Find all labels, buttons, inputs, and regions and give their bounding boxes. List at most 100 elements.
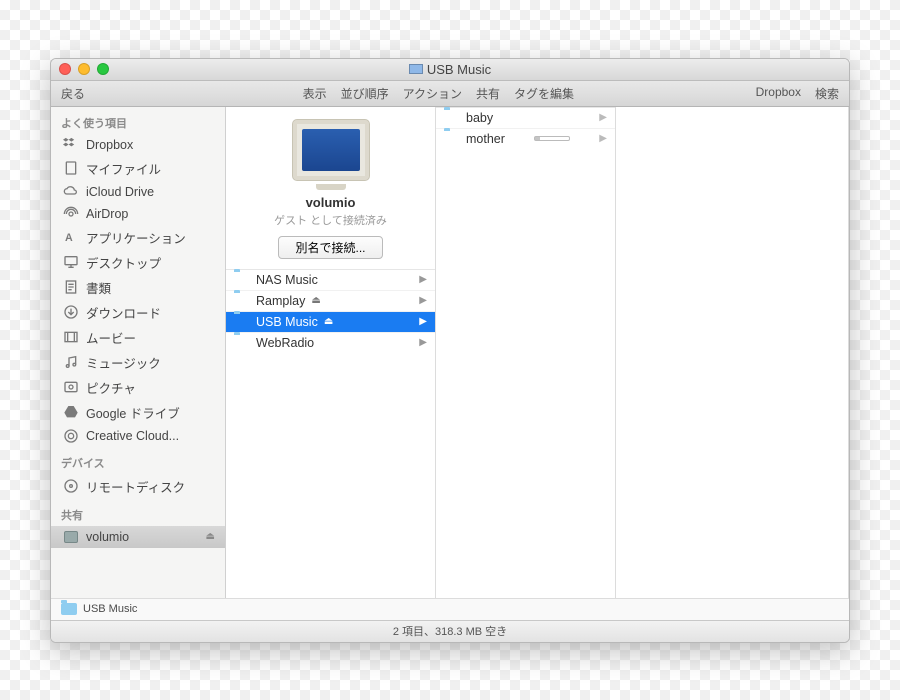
sidebar-item-label: Dropbox bbox=[86, 138, 133, 152]
cloud-icon bbox=[63, 184, 79, 200]
server-preview: volumio ゲスト として接続済み 別名で接続... bbox=[226, 107, 435, 269]
status-bar: 2 項目、318.3 MB 空き bbox=[51, 620, 849, 642]
chevron-right-icon: ▶ bbox=[419, 316, 427, 327]
menu-share[interactable]: 共有 bbox=[476, 85, 500, 102]
window-title: USB Music bbox=[51, 62, 849, 77]
title-proxy-icon bbox=[409, 64, 423, 74]
zoom-button[interactable] bbox=[97, 63, 109, 75]
list-item[interactable]: baby ▶ bbox=[436, 107, 615, 128]
connect-as-button[interactable]: 別名で接続... bbox=[278, 236, 382, 259]
sidebar-item-cc[interactable]: Creative Cloud... bbox=[51, 425, 225, 447]
folder-icon bbox=[234, 335, 250, 351]
apps-icon: A bbox=[63, 229, 79, 245]
sidebar-item-gdrive[interactable]: Google ドライブ bbox=[51, 400, 225, 425]
sidebar-item-label: ピクチャ bbox=[86, 378, 136, 397]
chevron-right-icon: ▶ bbox=[419, 274, 427, 285]
toolbar-menu: 表示 並び順序 アクション 共有 タグを編集 bbox=[121, 85, 756, 102]
menu-tags[interactable]: タグを編集 bbox=[514, 85, 574, 102]
sidebar-item-music[interactable]: ミュージック bbox=[51, 350, 225, 375]
music-icon bbox=[63, 354, 79, 370]
sidebar-item-airdrop[interactable]: AirDrop bbox=[51, 203, 225, 225]
sidebar-item-dropbox[interactable]: Dropbox bbox=[51, 134, 225, 156]
item-label: USB Music bbox=[256, 315, 318, 329]
minimize-button[interactable] bbox=[78, 63, 90, 75]
sidebar-item-pictures[interactable]: ピクチャ bbox=[51, 375, 225, 400]
list-item[interactable]: WebRadio ▶ bbox=[226, 332, 435, 353]
eject-icon[interactable]: ⏏ bbox=[206, 531, 215, 542]
list-item[interactable]: USB Music ⏏ ▶ bbox=[226, 311, 435, 332]
item-label: Ramplay bbox=[256, 294, 305, 308]
server-name: volumio bbox=[306, 195, 356, 210]
close-button[interactable] bbox=[59, 63, 71, 75]
folder-icon bbox=[234, 272, 250, 288]
sidebar-item-docs[interactable]: 書類 bbox=[51, 275, 225, 300]
sidebar-item-label: ダウンロード bbox=[86, 303, 161, 322]
chevron-right-icon: ▶ bbox=[419, 295, 427, 306]
capacity-bar bbox=[534, 136, 570, 141]
sidebar-item-label: ムービー bbox=[86, 328, 136, 347]
sidebar-item-cloud[interactable]: iCloud Drive bbox=[51, 181, 225, 203]
chevron-right-icon: ▶ bbox=[599, 133, 607, 144]
sidebar-header-favorites: よく使う項目 bbox=[51, 107, 225, 134]
dropbox-icon bbox=[63, 137, 79, 153]
sidebar-item-label: デスクトップ bbox=[86, 253, 161, 272]
file-icon bbox=[63, 160, 79, 176]
folder-icon bbox=[234, 314, 250, 330]
column-browser: volumio ゲスト として接続済み 別名で接続... NAS Music▶R… bbox=[226, 107, 849, 598]
airdrop-icon bbox=[63, 206, 79, 222]
server-icon bbox=[292, 119, 370, 181]
titlebar[interactable]: USB Music bbox=[51, 59, 849, 81]
list-item[interactable]: mother ▶ bbox=[436, 128, 615, 149]
item-label: WebRadio bbox=[256, 336, 314, 350]
sidebar-item-label: iCloud Drive bbox=[86, 185, 154, 199]
sidebar-item-label: Creative Cloud... bbox=[86, 429, 179, 443]
sidebar-item-label: ミュージック bbox=[86, 353, 161, 372]
list-item[interactable]: NAS Music▶ bbox=[226, 269, 435, 290]
docs-icon bbox=[63, 279, 79, 295]
path-bar[interactable]: USB Music bbox=[51, 598, 849, 620]
disc-icon bbox=[63, 478, 79, 494]
eject-icon[interactable]: ⏏ bbox=[324, 316, 333, 327]
menu-view[interactable]: 表示 bbox=[303, 85, 327, 102]
sidebar-item-label: マイファイル bbox=[86, 159, 161, 178]
sidebar-item-label: リモートディスク bbox=[86, 477, 185, 496]
item-label: mother bbox=[466, 132, 505, 146]
back-button[interactable]: 戻る bbox=[61, 87, 85, 101]
toolbar-search[interactable]: 検索 bbox=[815, 85, 839, 102]
downloads-icon bbox=[63, 304, 79, 320]
eject-icon[interactable]: ⏏ bbox=[311, 295, 320, 306]
toolbar-dropbox[interactable]: Dropbox bbox=[756, 85, 801, 102]
finder-window: USB Music 戻る 表示 並び順序 アクション 共有 タグを編集 Drop… bbox=[50, 58, 850, 643]
column-2: baby ▶ mother ▶ bbox=[436, 107, 616, 598]
sidebar-item-disc[interactable]: リモートディスク bbox=[51, 474, 225, 499]
sidebar-item-label: アプリケーション bbox=[86, 228, 186, 247]
pictures-icon bbox=[63, 379, 79, 395]
sidebar-item-movies[interactable]: ムービー bbox=[51, 325, 225, 350]
gdrive-icon bbox=[63, 404, 79, 420]
sidebar-item-downloads[interactable]: ダウンロード bbox=[51, 300, 225, 325]
sidebar-item-server[interactable]: volumio ⏏ bbox=[51, 526, 225, 548]
folder-icon bbox=[61, 603, 77, 615]
server-status: ゲスト として接続済み bbox=[274, 212, 387, 228]
list-item[interactable]: Ramplay ⏏ ▶ bbox=[226, 290, 435, 311]
sidebar-item-label: AirDrop bbox=[86, 207, 128, 221]
toolbar: 戻る 表示 並び順序 アクション 共有 タグを編集 Dropbox 検索 bbox=[51, 81, 849, 107]
sidebar-item-desktop[interactable]: デスクトップ bbox=[51, 250, 225, 275]
column-3 bbox=[616, 107, 849, 598]
menu-action[interactable]: アクション bbox=[403, 85, 462, 102]
sidebar-header-shared: 共有 bbox=[51, 499, 225, 526]
chevron-right-icon: ▶ bbox=[419, 337, 427, 348]
cc-icon bbox=[63, 428, 79, 444]
chevron-right-icon: ▶ bbox=[599, 112, 607, 123]
svg-text:A: A bbox=[65, 232, 73, 244]
sidebar-item-label: Google ドライブ bbox=[86, 403, 180, 422]
menu-sort[interactable]: 並び順序 bbox=[341, 85, 389, 102]
sidebar-item-apps[interactable]: A アプリケーション bbox=[51, 225, 225, 250]
sidebar-item-label: 書類 bbox=[86, 278, 111, 297]
sidebar-item-file[interactable]: マイファイル bbox=[51, 156, 225, 181]
folder-icon bbox=[234, 293, 250, 309]
item-label: baby bbox=[466, 111, 493, 125]
sidebar-item-label: volumio bbox=[86, 530, 129, 544]
folder-icon bbox=[444, 131, 460, 147]
sidebar: よく使う項目 Dropbox マイファイル iCloud Drive AirDrop A… bbox=[51, 107, 226, 598]
